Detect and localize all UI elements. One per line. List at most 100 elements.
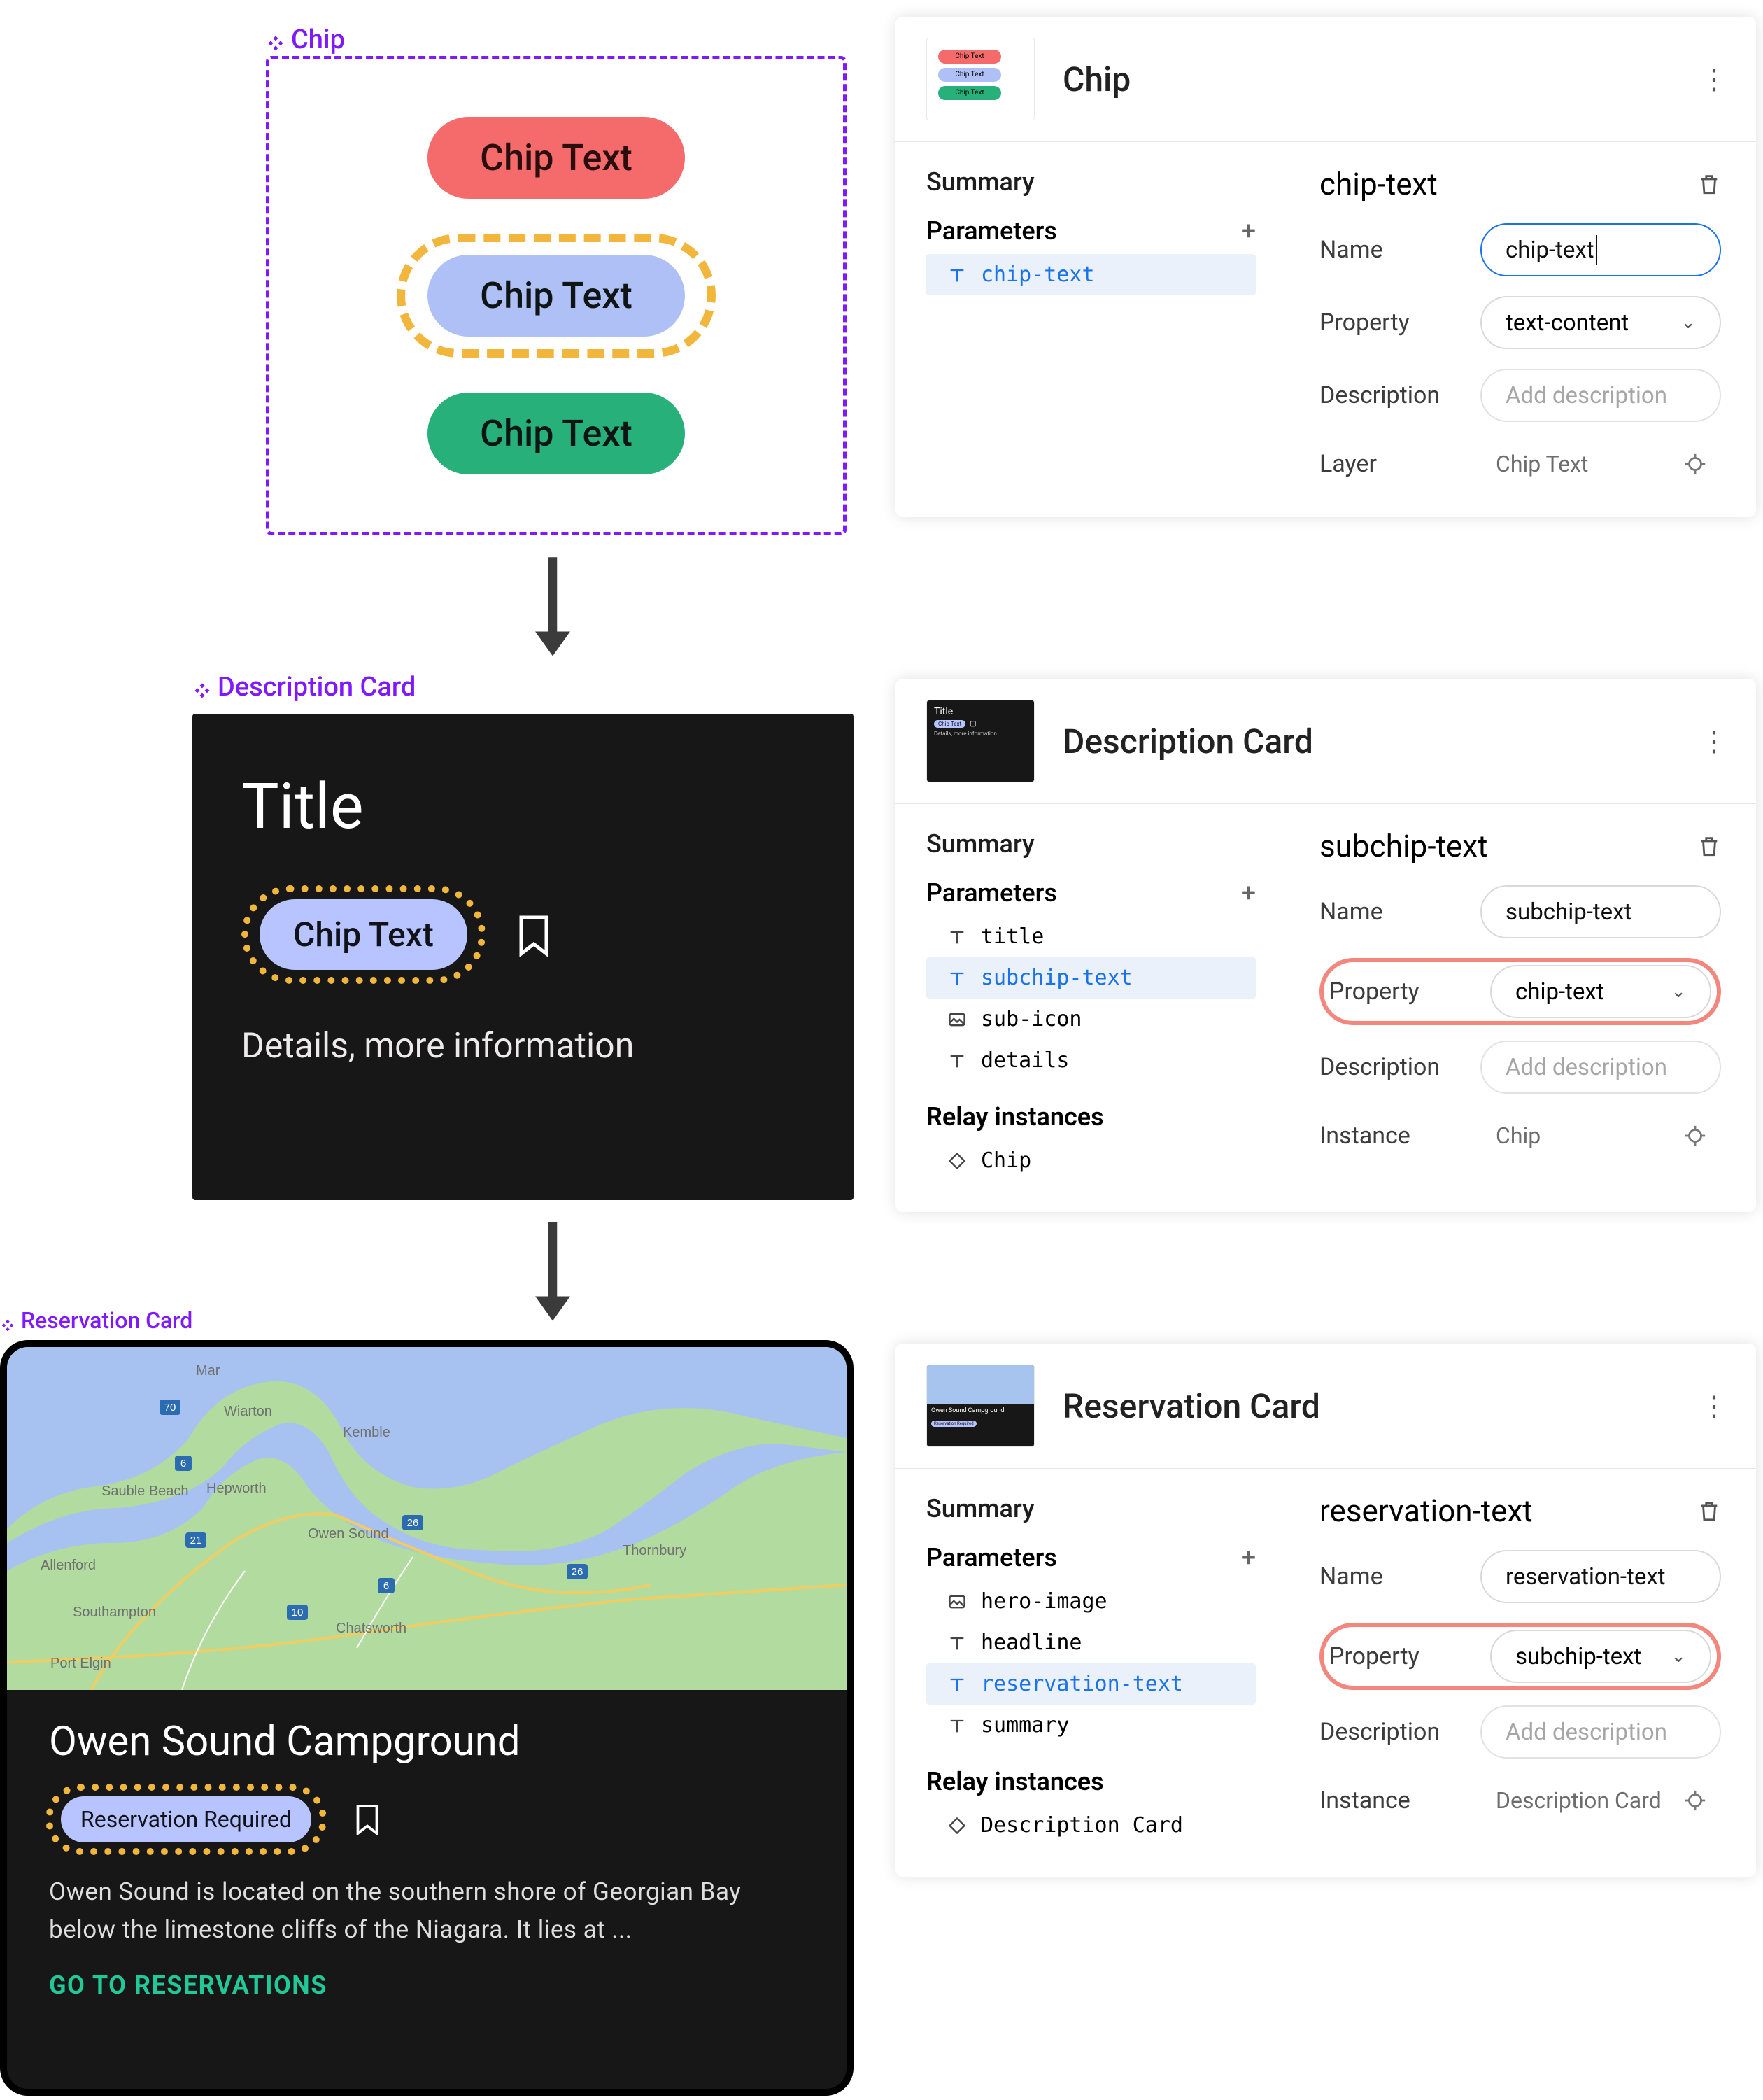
highlight-ring: Property chip-text ⌄ xyxy=(1319,958,1721,1025)
svg-text:26: 26 xyxy=(407,1517,419,1529)
property-select[interactable]: text-content ⌄ xyxy=(1480,296,1721,349)
panel-title: Reservation Card xyxy=(1063,1386,1700,1426)
svg-text:Sauble Beach: Sauble Beach xyxy=(101,1484,189,1499)
description-input[interactable]: Add description xyxy=(1480,1705,1721,1759)
parameter-item-title[interactable]: title xyxy=(926,916,1256,957)
parameters-section-header: Parameters + xyxy=(926,216,1256,246)
layer-link[interactable]: Chip Text xyxy=(1480,442,1721,486)
parameters-section-header: Parameters + xyxy=(926,1543,1256,1572)
description-field-row: Description Add description xyxy=(1319,1041,1721,1094)
svg-text:26: 26 xyxy=(572,1566,583,1578)
panel-header: Chip TextChip TextChip Text Chip ⋮ xyxy=(895,17,1756,142)
parameter-item-summary[interactable]: summary xyxy=(926,1705,1256,1746)
parameter-item-reservation-text[interactable]: reservation-text xyxy=(926,1663,1256,1705)
chip-variant-green[interactable]: Chip Text xyxy=(427,393,685,474)
bookmark-icon[interactable] xyxy=(517,915,551,955)
chip[interactable]: Chip Text xyxy=(260,899,467,970)
title-text: Title xyxy=(241,770,805,843)
diamond-cluster-icon xyxy=(266,30,285,50)
relay-instances-section-title: Relay instances xyxy=(926,1102,1256,1132)
chevron-down-icon: ⌄ xyxy=(1671,981,1686,1002)
bookmark-icon[interactable] xyxy=(355,1804,380,1835)
parameter-item-chip-text[interactable]: chip-text xyxy=(926,254,1256,295)
add-parameter-button[interactable]: + xyxy=(1242,1545,1256,1570)
description-card-component: Title Chip Text Details, more informatio… xyxy=(192,714,854,1200)
name-input[interactable]: reservation-text xyxy=(1480,1550,1721,1603)
parameter-item-headline[interactable]: headline xyxy=(926,1622,1256,1663)
svg-text:6: 6 xyxy=(383,1580,389,1592)
name-input[interactable]: chip-text xyxy=(1480,223,1721,276)
text-type-icon xyxy=(947,1633,967,1653)
cta-link[interactable]: GO TO RESERVATIONS xyxy=(7,1950,847,2021)
summary-section-title: Summary xyxy=(926,1494,1256,1523)
instance-link[interactable]: Description Card xyxy=(1480,1778,1721,1823)
chevron-down-icon: ⌄ xyxy=(1680,312,1696,333)
instance-field-row: Instance Description Card xyxy=(1319,1778,1721,1823)
instance-link[interactable]: Chip xyxy=(1480,1113,1721,1158)
relay-item-chip[interactable]: Chip xyxy=(926,1140,1256,1181)
name-field-row: Name chip-text xyxy=(1319,223,1721,276)
overflow-menu-icon[interactable]: ⋮ xyxy=(1700,725,1725,758)
selection-highlight-ring: Reservation Required xyxy=(45,1784,327,1855)
relay-instances-section-title: Relay instances xyxy=(926,1767,1256,1796)
svg-text:Southampton: Southampton xyxy=(73,1605,156,1620)
parameter-item-sub-icon[interactable]: sub-icon xyxy=(926,999,1256,1040)
overflow-menu-icon[interactable]: ⋮ xyxy=(1700,63,1725,96)
panel-header: Owen Sound CampgroundReservation Require… xyxy=(895,1344,1756,1469)
text-type-icon xyxy=(947,968,967,988)
property-field-row: Property subchip-text ⌄ xyxy=(1329,1630,1711,1683)
svg-text:Mar: Mar xyxy=(196,1363,220,1379)
add-parameter-button[interactable]: + xyxy=(1242,880,1256,905)
reservation-card-component: Mar Wiarton Kemble Hepworth Sauble Beach… xyxy=(0,1340,854,2096)
text-type-icon xyxy=(947,927,967,947)
summary-section-title: Summary xyxy=(926,167,1256,197)
delete-icon[interactable] xyxy=(1697,834,1721,858)
svg-text:70: 70 xyxy=(164,1402,176,1414)
chevron-down-icon: ⌄ xyxy=(1671,1646,1686,1667)
arrow-down-icon xyxy=(525,553,581,658)
detail-heading: reservation-text xyxy=(1319,1493,1533,1529)
summary-section-title: Summary xyxy=(926,829,1256,859)
description-input[interactable]: Add description xyxy=(1480,369,1721,422)
overflow-menu-icon[interactable]: ⋮ xyxy=(1700,1390,1725,1423)
arrow-down-icon xyxy=(525,1218,581,1323)
component-label-reservation-card: Reservation Card xyxy=(0,1307,192,1334)
parameter-item-hero-image[interactable]: hero-image xyxy=(926,1581,1256,1622)
diamond-icon xyxy=(947,1816,967,1835)
summary-text: Owen Sound is located on the southern sh… xyxy=(7,1873,847,1950)
property-field-row: Property text-content ⌄ xyxy=(1319,296,1721,349)
delete-icon[interactable] xyxy=(1697,1499,1721,1523)
target-icon xyxy=(1683,1789,1707,1812)
svg-text:6: 6 xyxy=(180,1458,186,1470)
component-label-description-card: Description Card xyxy=(192,672,416,703)
property-select[interactable]: chip-text ⌄ xyxy=(1490,965,1711,1018)
target-icon xyxy=(1683,1124,1707,1148)
diamond-cluster-icon xyxy=(192,677,212,697)
delete-icon[interactable] xyxy=(1697,172,1721,196)
name-input[interactable]: subchip-text xyxy=(1480,885,1721,938)
component-thumbnail: Owen Sound CampgroundReservation Require… xyxy=(926,1365,1035,1447)
text-type-icon xyxy=(947,1716,967,1735)
svg-text:Port Elgin: Port Elgin xyxy=(50,1656,111,1671)
svg-text:Kemble: Kemble xyxy=(343,1425,390,1440)
add-parameter-button[interactable]: + xyxy=(1242,218,1256,244)
highlight-ring: Property subchip-text ⌄ xyxy=(1319,1623,1721,1690)
parameter-item-subchip-text[interactable]: subchip-text xyxy=(926,957,1256,999)
diamond-icon xyxy=(947,1151,967,1171)
svg-text:Allenford: Allenford xyxy=(41,1558,96,1573)
reservation-chip[interactable]: Reservation Required xyxy=(61,1796,311,1842)
svg-text:Wiarton: Wiarton xyxy=(224,1404,272,1419)
component-label-chip: Chip xyxy=(266,24,345,55)
description-input[interactable]: Add description xyxy=(1480,1041,1721,1094)
target-icon xyxy=(1683,452,1707,476)
relay-item-description-card[interactable]: Description Card xyxy=(926,1805,1256,1846)
chip-variant-red[interactable]: Chip Text xyxy=(427,117,685,199)
property-select[interactable]: subchip-text ⌄ xyxy=(1490,1630,1711,1683)
svg-text:Chatsworth: Chatsworth xyxy=(336,1621,406,1636)
image-type-icon xyxy=(947,1592,967,1612)
chip-variant-blue[interactable]: Chip Text xyxy=(427,255,685,337)
panel-chip: Chip TextChip TextChip Text Chip ⋮ Summa… xyxy=(895,17,1756,517)
component-thumbnail: TitleChip Text▢Details, more information xyxy=(926,700,1035,782)
parameter-item-details[interactable]: details xyxy=(926,1040,1256,1081)
svg-text:21: 21 xyxy=(190,1535,202,1546)
